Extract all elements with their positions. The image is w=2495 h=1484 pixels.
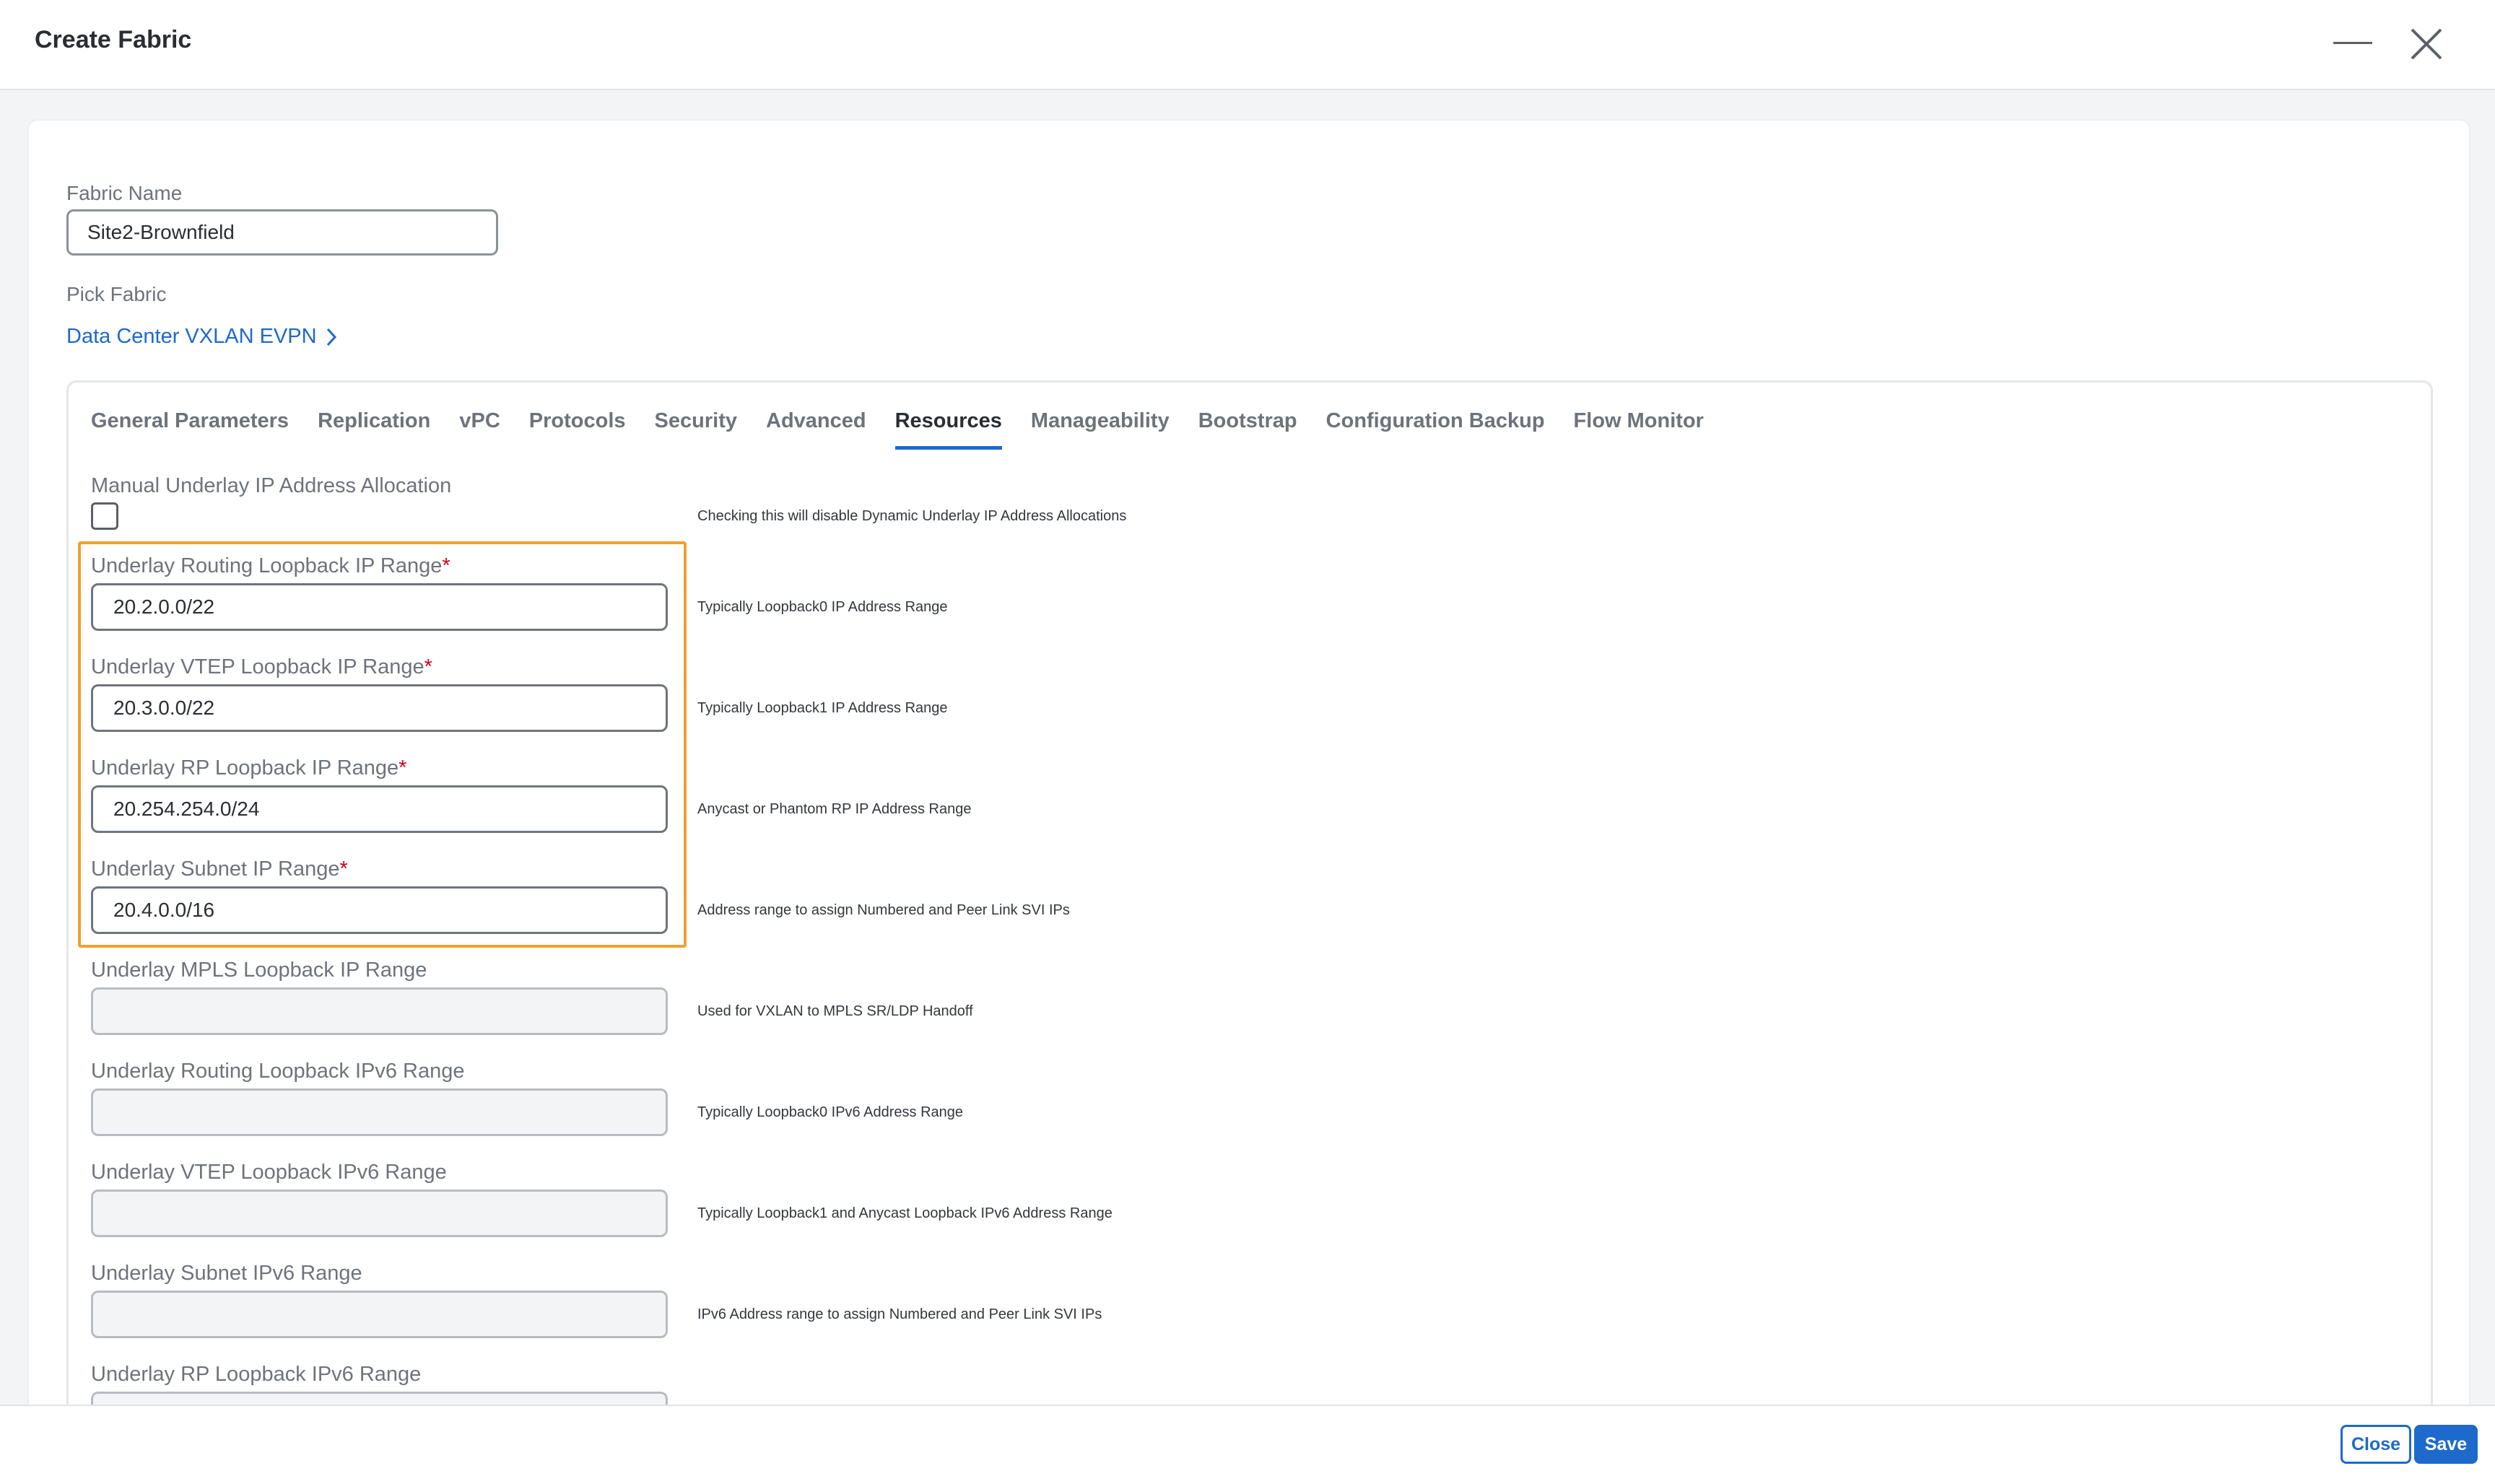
manual-alloc-checkbox[interactable] bbox=[91, 502, 118, 530]
field-4-help: Used for VXLAN to MPLS SR/LDP Handoff bbox=[697, 1003, 973, 1019]
field-7-input[interactable] bbox=[91, 1291, 668, 1338]
tab-bar: General Parameters Replication vPC Protocol… bbox=[91, 406, 1704, 450]
manual-alloc-help: Checking this will disable Dynamic Under… bbox=[697, 508, 1127, 524]
minimize-icon[interactable] bbox=[2333, 42, 2372, 44]
tab-flow-monitor[interactable]: Flow Monitor bbox=[1574, 406, 1704, 450]
save-button[interactable]: Save bbox=[2414, 1425, 2478, 1464]
field-4-input[interactable] bbox=[91, 987, 668, 1035]
field-6-label: Underlay VTEP Loopback IPv6 Range bbox=[91, 1161, 447, 1184]
field-1-help: Typically Loopback1 IP Address Range bbox=[697, 700, 948, 716]
field-6-help: Typically Loopback1 and Anycast Loopback… bbox=[697, 1205, 1112, 1221]
field-4-label-text: Underlay MPLS Loopback IP Range bbox=[91, 959, 427, 982]
field-8-input[interactable] bbox=[91, 1392, 668, 1405]
field-3-help: Address range to assign Numbered and Pee… bbox=[697, 902, 1070, 918]
field-7-help: IPv6 Address range to assign Numbered an… bbox=[697, 1306, 1102, 1322]
field-6-label-text: Underlay VTEP Loopback IPv6 Range bbox=[91, 1161, 447, 1184]
close-icon[interactable] bbox=[2408, 26, 2444, 62]
manual-alloc-label: Manual Underlay IP Address Allocation bbox=[91, 474, 452, 497]
tab-bootstrap[interactable]: Bootstrap bbox=[1198, 406, 1297, 450]
field-5-input[interactable] bbox=[91, 1088, 668, 1136]
tab-advanced[interactable]: Advanced bbox=[766, 406, 866, 450]
tab-general-parameters[interactable]: General Parameters bbox=[91, 406, 289, 450]
required-fields-highlight bbox=[78, 541, 687, 948]
field-5-label-text: Underlay Routing Loopback IPv6 Range bbox=[91, 1060, 465, 1083]
tab-configuration-backup[interactable]: Configuration Backup bbox=[1326, 406, 1545, 450]
close-button[interactable]: Close bbox=[2341, 1425, 2411, 1464]
field-7-label: Underlay Subnet IPv6 Range bbox=[91, 1262, 362, 1286]
field-8-label-text: Underlay RP Loopback IPv6 Range bbox=[91, 1363, 422, 1386]
field-5-label: Underlay Routing Loopback IPv6 Range bbox=[91, 1060, 465, 1083]
field-0-help: Typically Loopback0 IP Address Range bbox=[697, 599, 948, 615]
tab-vpc[interactable]: vPC bbox=[459, 406, 500, 450]
fabric-name-input[interactable]: Site2-Brownfield bbox=[66, 209, 498, 256]
field-4-label: Underlay MPLS Loopback IP Range bbox=[91, 959, 427, 982]
tab-replication[interactable]: Replication bbox=[318, 406, 430, 450]
field-5-help: Typically Loopback0 IPv6 Address Range bbox=[697, 1104, 963, 1120]
tab-resources[interactable]: Resources bbox=[894, 406, 1002, 450]
dialog-header: Create Fabric bbox=[0, 0, 2495, 90]
chevron-right-icon bbox=[326, 328, 336, 346]
pick-fabric-label: Pick Fabric bbox=[66, 283, 167, 305]
tab-manageability[interactable]: Manageability bbox=[1031, 406, 1170, 450]
field-6-input[interactable] bbox=[91, 1190, 668, 1237]
pick-fabric-value: Data Center VXLAN EVPN bbox=[66, 325, 317, 348]
tab-security[interactable]: Security bbox=[655, 406, 737, 450]
field-2-help: Anycast or Phantom RP IP Address Range bbox=[697, 801, 972, 817]
pick-fabric-link[interactable]: Data Center VXLAN EVPN bbox=[66, 325, 337, 349]
dialog-title: Create Fabric bbox=[35, 26, 192, 53]
field-8-label: Underlay RP Loopback IPv6 Range bbox=[91, 1363, 421, 1387]
fabric-name-label: Fabric Name bbox=[66, 182, 183, 204]
dialog-footer bbox=[0, 1405, 2495, 1484]
tab-protocols[interactable]: Protocols bbox=[529, 406, 626, 450]
field-7-label-text: Underlay Subnet IPv6 Range bbox=[91, 1262, 362, 1285]
